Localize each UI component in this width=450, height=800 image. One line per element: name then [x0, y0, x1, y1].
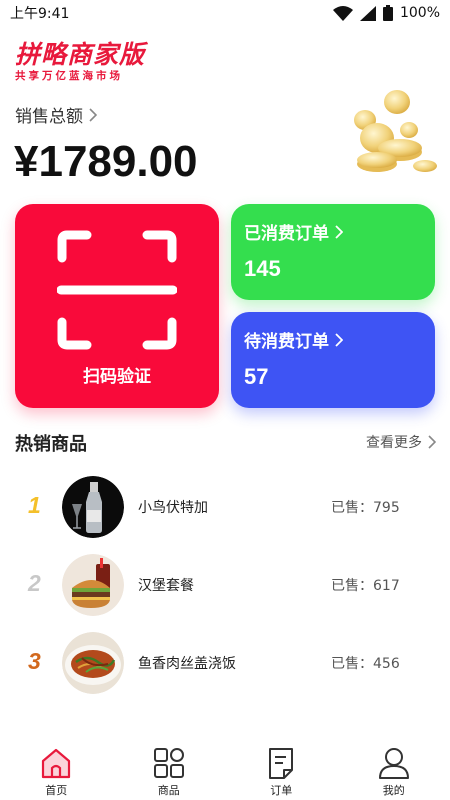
status-time: 上午9:41 — [10, 6, 70, 22]
consumed-orders-card[interactable]: 已消费订单 145 — [231, 204, 435, 300]
status-icons: 100% — [332, 5, 440, 21]
chevron-right-icon — [335, 332, 343, 347]
product-sold: 已售：617 — [331, 578, 400, 594]
scan-icon — [57, 230, 177, 350]
brand-logo: 拼略商家版 共享万亿蓝海市场 — [15, 40, 145, 83]
hot-product-item[interactable]: 2 汉堡套餐 已售：617 — [0, 554, 450, 616]
home-icon — [42, 748, 71, 779]
hot-products-title: 热销商品 — [15, 434, 87, 455]
hot-product-item[interactable]: 1 小鸟伏特加 已售：795 — [0, 476, 450, 538]
product-name: 小鸟伏特加 — [138, 500, 208, 516]
battery-icon — [382, 5, 393, 21]
order-icon — [269, 748, 294, 779]
chevron-right-icon — [89, 107, 97, 122]
product-image-burger — [62, 554, 124, 616]
pending-orders-title: 待消费订单 — [244, 332, 329, 352]
rank-number: 2 — [28, 570, 41, 596]
product-image-rice-dish — [62, 632, 124, 694]
brand-title: 拼略商家版 — [15, 40, 146, 69]
user-icon — [378, 748, 409, 779]
hot-product-item[interactable]: 3 鱼香肉丝盖浇饭 已售：456 — [0, 632, 450, 694]
tab-profile-label: 我的 — [382, 784, 405, 797]
scan-verify-label: 扫码验证 — [83, 367, 151, 387]
coins-icon — [354, 90, 437, 172]
sales-total-amount: ¥1789.00 — [14, 137, 198, 186]
product-sold: 已售：456 — [331, 656, 400, 672]
tab-home[interactable]: 首页 — [16, 740, 96, 800]
wifi-icon — [332, 5, 353, 21]
tab-profile[interactable]: 我的 — [354, 740, 434, 800]
pending-orders-count: 57 — [244, 364, 269, 389]
product-sold: 已售：795 — [331, 500, 400, 516]
pending-orders-header: 待消费订单 — [244, 327, 343, 352]
product-name: 鱼香肉丝盖浇饭 — [138, 656, 236, 672]
consumed-orders-header: 已消费订单 — [244, 219, 343, 244]
rank-number: 1 — [28, 492, 41, 518]
chevron-right-icon — [335, 224, 343, 239]
brand-subtitle: 共享万亿蓝海市场 — [15, 70, 123, 82]
tab-orders-label: 订单 — [270, 784, 293, 797]
tab-products[interactable]: 商品 — [129, 740, 209, 800]
consumed-orders-title: 已消费订单 — [244, 224, 329, 244]
status-bar: 上午9:41 100% — [0, 0, 450, 26]
consumed-orders-count: 145 — [244, 256, 281, 281]
product-image-vodka — [62, 476, 124, 538]
scan-verify-button[interactable]: 扫码验证 — [15, 204, 219, 408]
chevron-right-icon — [428, 435, 436, 449]
bottom-tab-bar: 首页 商品 订单 我的 — [0, 740, 450, 800]
product-name: 汉堡套餐 — [138, 578, 194, 594]
tab-home-label: 首页 — [45, 784, 68, 797]
see-more-label: 查看更多 — [366, 435, 422, 451]
rank-number: 3 — [28, 648, 41, 674]
pending-orders-card[interactable]: 待消费订单 57 — [231, 312, 435, 408]
sales-total-label: 销售总额 — [15, 107, 83, 127]
grid-icon — [153, 748, 184, 778]
tab-orders[interactable]: 订单 — [241, 740, 321, 800]
sales-total-link[interactable]: 销售总额 — [15, 102, 97, 127]
see-more-link[interactable]: 查看更多 — [366, 432, 436, 452]
tab-products-label: 商品 — [157, 784, 180, 797]
battery-level: 100% — [399, 5, 440, 21]
signal-icon — [359, 5, 376, 21]
